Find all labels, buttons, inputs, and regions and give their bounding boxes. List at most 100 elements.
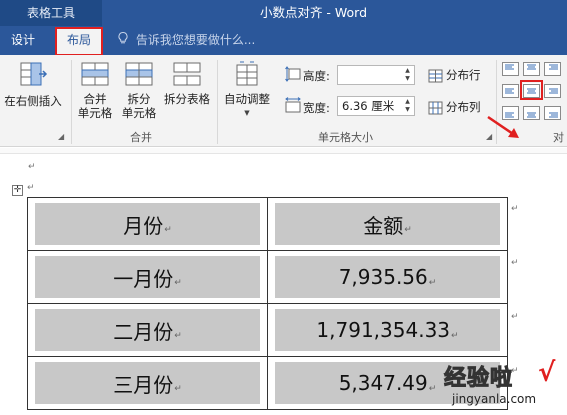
cell-end-mark-icon: ↵ [428, 278, 437, 288]
split-cells-icon [118, 61, 160, 90]
table-cell[interactable]: 7,935.56 ↵ [267, 250, 508, 304]
rows-columns-launcher-icon[interactable]: ◢ [58, 133, 67, 142]
distribute-rows-icon [428, 69, 443, 82]
watermark-url: jingyanla.com [452, 392, 537, 406]
cell-text: 1,791,354.33 [316, 318, 451, 342]
cell-end-mark-icon: ↵ [174, 384, 182, 394]
align-middle-center-icon [523, 84, 540, 98]
data-table[interactable]: 月份 ↵ 金额 ↵ 一月份 ↵ 7,935.56 ↵ 二月份 ↵ 1,791,354.33… [27, 197, 508, 410]
page-top-edge [0, 148, 567, 154]
insert-right-label: 在右侧插入 [4, 94, 62, 108]
align-middle-right-icon [544, 84, 561, 98]
split-cells-button[interactable]: 拆分 单元格 [118, 61, 160, 120]
table-row: 三月份 ↵ 5,347.49 ↵ [27, 356, 508, 410]
align-top-right-button[interactable] [544, 61, 561, 76]
align-top-left-icon [502, 62, 519, 76]
merge-cells-button[interactable]: 合并 单元格 [74, 61, 116, 120]
split-cells-label-1: 拆分 [127, 92, 151, 106]
column-width-icon [285, 97, 301, 117]
align-bottom-right-icon [544, 106, 561, 120]
ribbon-layout-panel: 在右侧插入 ◢ 合并 单元格 拆分 单元格 拆分表格 合并 自动调整 ▼ 高度:… [0, 55, 567, 147]
insert-right-button[interactable]: 在右侧插入 [0, 61, 66, 108]
align-top-center-button[interactable] [523, 61, 540, 76]
tab-layout[interactable]: 布局 [55, 27, 103, 56]
table-row: 月份 ↵ 金额 ↵ [27, 197, 508, 251]
split-table-label: 拆分表格 [164, 92, 210, 106]
height-input[interactable]: ▲ ▼ [337, 65, 415, 85]
table-cell[interactable]: 1,791,354.33 ↵ [267, 303, 508, 357]
distribute-columns-button[interactable]: 分布列 [428, 99, 481, 115]
watermark-text: 经验啦 [443, 366, 514, 392]
align-top-center-icon [523, 62, 540, 76]
checkmark-icon: √ [538, 358, 556, 388]
table-cell[interactable]: 一月份 ↵ [27, 250, 268, 304]
row-end-mark-icon: ↵ [511, 204, 519, 214]
autofit-icon [220, 61, 274, 90]
document-title: 小数点对齐 - Word [259, 5, 368, 20]
merge-cells-icon [74, 61, 116, 90]
row-height-icon [285, 66, 301, 86]
align-middle-center-button[interactable] [520, 80, 543, 100]
group-separator [71, 60, 72, 144]
width-input[interactable]: 6.36 厘米 ▲ ▼ [337, 96, 415, 116]
cell-end-mark-icon: ↵ [164, 225, 172, 235]
tab-design[interactable]: 设计 [4, 26, 42, 55]
split-cells-label-2: 单元格 [121, 106, 157, 120]
cell-text: 7,935.56 [338, 265, 428, 289]
align-middle-right-button[interactable] [544, 83, 561, 98]
cell-size-group-label: 单元格大小 [318, 131, 373, 144]
cell-text: 5,347.49 [338, 371, 428, 395]
table-cell[interactable]: 金额 ↵ [267, 197, 508, 251]
distribute-rows-button[interactable]: 分布行 [428, 67, 481, 83]
cell-end-mark-icon: ↵ [174, 278, 182, 288]
width-label: 宽度: [303, 101, 330, 115]
cell-end-mark-icon: ↵ [404, 225, 412, 235]
merge-cells-label-2: 单元格 [77, 106, 113, 120]
align-bottom-center-icon [523, 106, 540, 120]
ribbon-tab-row: 设计 布局 告诉我您想要做什么... [0, 26, 567, 56]
autofit-label: 自动调整 [224, 92, 270, 106]
table-move-handle-icon[interactable]: ✛ [12, 185, 23, 196]
table-cell[interactable]: 三月份 ↵ [27, 356, 268, 410]
watermark-logo: 经验啦 √ jingyanla.com [440, 358, 567, 415]
align-bottom-center-button[interactable] [523, 105, 540, 120]
chevron-down-icon: ▼ [244, 109, 250, 117]
distribute-columns-icon [428, 101, 443, 114]
distribute-rows-label: 分布行 [446, 68, 481, 82]
width-spinner-icon[interactable]: ▲ ▼ [403, 98, 412, 114]
lightbulb-icon [118, 26, 132, 55]
split-table-button[interactable]: 拆分表格 [160, 61, 214, 106]
align-top-right-icon [544, 62, 561, 76]
cell-text: 三月份 [113, 372, 174, 397]
insert-right-icon [0, 61, 66, 92]
red-arrow-icon [487, 115, 519, 138]
merge-cells-label-1: 合并 [83, 92, 107, 106]
row-end-mark-icon: ↵ [511, 312, 519, 322]
cell-end-mark-icon: ↵ [428, 384, 437, 394]
title-bar: 表格工具 小数点对齐 - Word [0, 0, 567, 26]
table-row: 一月份 ↵ 7,935.56 ↵ [27, 250, 508, 304]
table-row: 二月份 ↵ 1,791,354.33 ↵ [27, 303, 508, 357]
table-cell[interactable]: 月份 ↵ [27, 197, 268, 251]
table-cell[interactable]: 二月份 ↵ [27, 303, 268, 357]
paragraph-mark-icon: ↵ [27, 183, 35, 193]
alignment-group-label: 对 [553, 131, 564, 144]
tell-me-search[interactable]: 告诉我您想要做什么... [118, 26, 255, 55]
align-bottom-right-button[interactable] [544, 105, 561, 120]
cell-text: 金额 [363, 213, 404, 238]
align-top-left-button[interactable] [502, 61, 519, 76]
align-middle-left-button[interactable] [502, 83, 519, 98]
cell-end-mark-icon: ↵ [174, 331, 182, 341]
paragraph-mark-icon: ↵ [28, 162, 36, 172]
cell-text: 一月份 [113, 266, 174, 291]
merge-group-label: 合并 [130, 131, 152, 144]
align-middle-left-icon [502, 84, 519, 98]
autofit-button[interactable]: 自动调整 ▼ [220, 61, 274, 120]
row-end-mark-icon: ↵ [511, 258, 519, 268]
height-spinner-icon[interactable]: ▲ ▼ [403, 67, 412, 83]
cell-end-mark-icon: ↵ [451, 331, 459, 341]
split-table-icon [160, 61, 214, 90]
cell-text: 二月份 [113, 319, 174, 344]
cell-text: 月份 [123, 213, 164, 238]
tell-me-placeholder: 告诉我您想要做什么... [135, 33, 256, 47]
